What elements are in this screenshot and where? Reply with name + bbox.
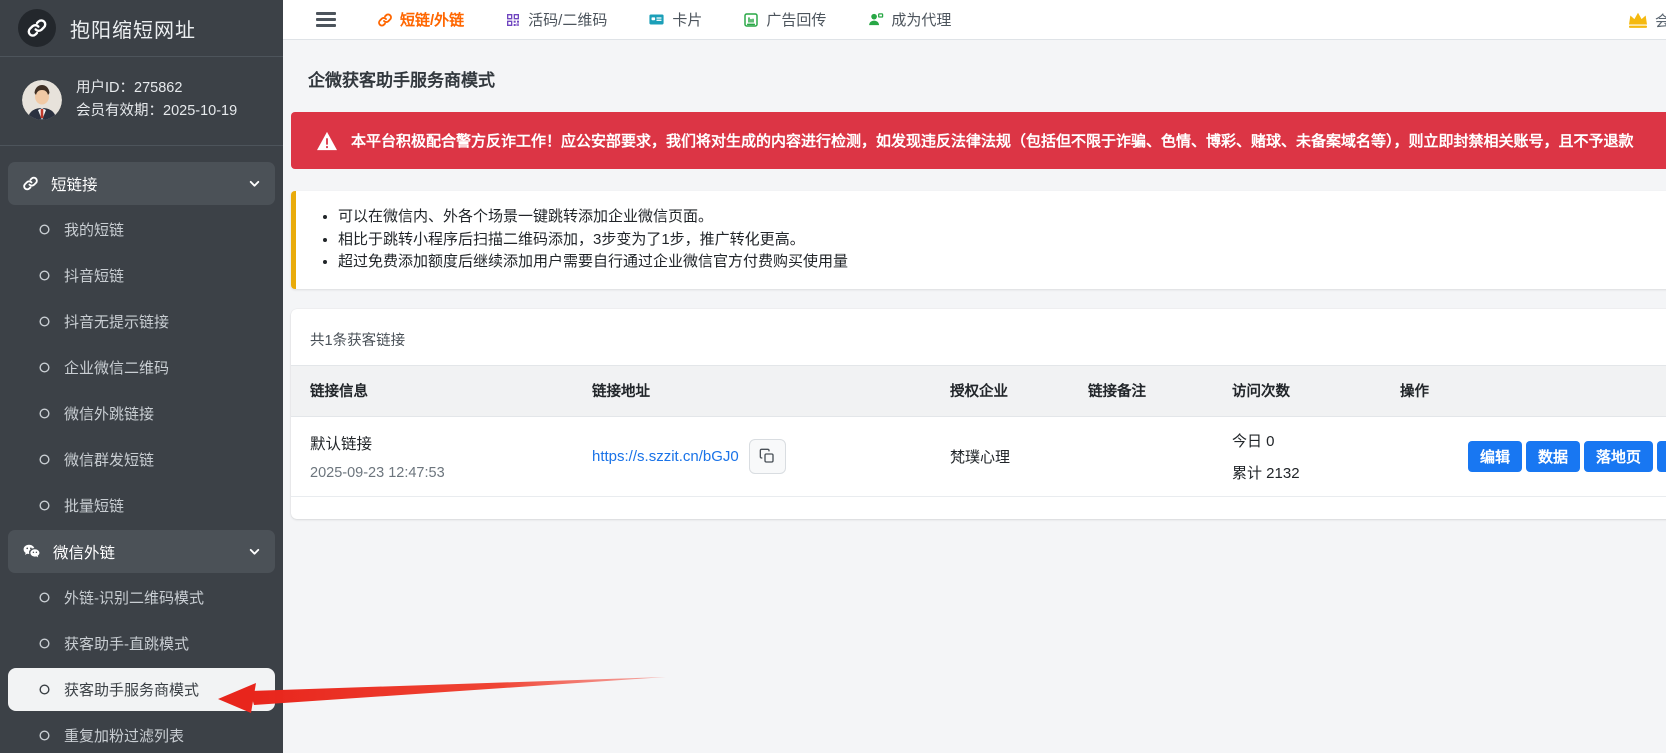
circle-icon bbox=[38, 591, 51, 604]
chevron-down-icon bbox=[248, 177, 261, 190]
vip-membership[interactable]: 会 bbox=[1627, 0, 1666, 40]
circle-icon bbox=[38, 499, 51, 512]
app-logo-link-icon bbox=[18, 9, 56, 47]
sidebar-item-wecom-qrcode[interactable]: 企业微信二维码 bbox=[8, 346, 275, 389]
sidebar-item-duplicate-filter-list[interactable]: 重复加粉过滤列表 bbox=[8, 714, 275, 753]
user-panel: 用户ID：275862 会员有效期：2025-10-19 bbox=[0, 57, 283, 146]
sidebar-item-outlink-qr-mode[interactable]: 外链-识别二维码模式 bbox=[8, 576, 275, 619]
table-row: 默认链接 2025-09-23 12:47:53 https://s.szzit… bbox=[291, 417, 1666, 497]
visits-today: 今日 0 bbox=[1232, 430, 1385, 451]
sidebar-group-label: 微信外链 bbox=[53, 541, 115, 563]
link-created-date: 2025-09-23 12:47:53 bbox=[310, 465, 592, 481]
sidebar-group-label: 短链接 bbox=[51, 173, 98, 195]
link-icon bbox=[22, 175, 39, 192]
membership-expiry: 会员有效期：2025-10-19 bbox=[76, 100, 237, 123]
authorized-company: 梵璞心理 bbox=[950, 446, 1088, 467]
app-title: 抱阳缩短网址 bbox=[70, 14, 196, 43]
links-count-summary: 共1条获客链接 bbox=[291, 309, 1666, 365]
sidebar-item-assistant-provider-mode[interactable]: 获客助手服务商模式 bbox=[8, 668, 275, 711]
col-header-remark: 链接备注 bbox=[1088, 380, 1232, 401]
data-button[interactable]: 数据 bbox=[1526, 441, 1580, 472]
tip-item: 超过免费添加额度后继续添加用户需要自行通过企业微信官方付费购买使用量 bbox=[338, 251, 1666, 274]
circle-icon bbox=[38, 223, 51, 236]
hamburger-menu-icon[interactable] bbox=[316, 12, 336, 27]
top-navbar: 短链/外链 活码/二维码 卡片 广告回传 bbox=[283, 0, 1666, 40]
alert-text: 本平台积极配合警方反诈工作！应公安部要求，我们将对生成的内容进行检测，如发现违反… bbox=[351, 130, 1634, 151]
col-header-actions: 操作 bbox=[1385, 380, 1666, 401]
page-title: 企微获客助手服务商模式 bbox=[308, 66, 1666, 91]
sidebar-item-wechat-outlink[interactable]: 微信外跳链接 bbox=[8, 392, 275, 435]
crown-icon bbox=[1627, 11, 1649, 29]
visits-total: 累计 2132 bbox=[1232, 462, 1385, 483]
circle-icon bbox=[38, 637, 51, 650]
circle-icon bbox=[38, 683, 51, 696]
circle-icon bbox=[38, 729, 51, 742]
col-header-visits: 访问次数 bbox=[1232, 380, 1385, 401]
nav-tab-card[interactable]: 卡片 bbox=[648, 9, 702, 30]
warning-triangle-icon bbox=[316, 131, 338, 151]
main-content: 企微获客助手服务商模式 本平台积极配合警方反诈工作！应公安部要求，我们将对生成的… bbox=[283, 40, 1666, 753]
tip-item: 相比于跳转小程序后扫描二维码添加，3步变为了1步，推广转化更高。 bbox=[338, 229, 1666, 252]
table-header-row: 链接信息 链接地址 授权企业 链接备注 访问次数 操作 bbox=[291, 365, 1666, 417]
sidebar-item-douyin-noprompt[interactable]: 抖音无提示链接 bbox=[8, 300, 275, 343]
sidebar-group-shortlink[interactable]: 短链接 bbox=[8, 162, 275, 205]
link-icon bbox=[377, 12, 393, 28]
brand: 抱阳缩短网址 bbox=[0, 0, 283, 57]
qrcode-icon bbox=[505, 12, 521, 28]
landing-page-button[interactable]: 落地页 bbox=[1584, 441, 1653, 472]
col-header-link-info: 链接信息 bbox=[291, 380, 592, 401]
tips-callout: 可以在微信内、外各个场景一键跳转添加企业微信页面。 相比于跳转小程序后扫描二维码… bbox=[291, 191, 1666, 289]
avatar bbox=[22, 80, 62, 120]
card-icon bbox=[648, 11, 665, 28]
circle-icon bbox=[38, 315, 51, 328]
sidebar-item-wechat-masssend[interactable]: 微信群发短链 bbox=[8, 438, 275, 481]
nav-tab-shortlink-outlink[interactable]: 短链/外链 bbox=[377, 9, 464, 30]
copy-icon bbox=[759, 448, 775, 464]
link-name: 默认链接 bbox=[310, 432, 592, 454]
nav-tab-become-agent[interactable]: 成为代理 bbox=[867, 9, 951, 30]
sidebar-item-douyin-shortlink[interactable]: 抖音短链 bbox=[8, 254, 275, 297]
edit-button[interactable]: 编辑 bbox=[1468, 441, 1522, 472]
tip-item: 可以在微信内、外各个场景一键跳转添加企业微信页面。 bbox=[338, 206, 1666, 229]
sidebar-item-assistant-directjump[interactable]: 获客助手-直跳模式 bbox=[8, 622, 275, 665]
col-header-company: 授权企业 bbox=[950, 380, 1088, 401]
delete-button[interactable]: 删除 bbox=[1657, 441, 1666, 472]
sidebar-menu: 短链接 我的短链 抖音短链 抖音无提示链接 企业微信二维码 微信外跳链接 微信群… bbox=[0, 146, 283, 753]
sidebar: 抱阳缩短网址 用户ID：275862 会员有效期：2025-10-19 bbox=[0, 0, 283, 753]
copy-url-button[interactable] bbox=[749, 439, 786, 474]
chevron-down-icon bbox=[248, 545, 261, 558]
sidebar-group-wechat-outlink[interactable]: 微信外链 bbox=[8, 530, 275, 573]
sidebar-item-batch-shortlink[interactable]: 批量短链 bbox=[8, 484, 275, 527]
circle-icon bbox=[38, 361, 51, 374]
circle-icon bbox=[38, 453, 51, 466]
circle-icon bbox=[38, 407, 51, 420]
circle-icon bbox=[38, 269, 51, 282]
anti-fraud-alert: 本平台积极配合警方反诈工作！应公安部要求，我们将对生成的内容进行检测，如发现违反… bbox=[291, 112, 1666, 169]
wechat-icon bbox=[22, 542, 41, 561]
ad-callback-icon bbox=[743, 12, 759, 28]
agent-icon bbox=[867, 11, 884, 28]
links-card: 共1条获客链接 链接信息 链接地址 授权企业 链接备注 访问次数 操作 默认链接… bbox=[291, 309, 1666, 519]
sidebar-item-my-shortlinks[interactable]: 我的短链 bbox=[8, 208, 275, 251]
col-header-link-url: 链接地址 bbox=[592, 380, 950, 401]
short-url-link[interactable]: https://s.szzit.cn/bGJ0 bbox=[592, 448, 739, 465]
nav-tab-ad-callback[interactable]: 广告回传 bbox=[743, 9, 826, 30]
vip-label: 会 bbox=[1655, 10, 1666, 31]
user-id: 用户ID：275862 bbox=[76, 77, 237, 100]
nav-tab-livecode-qrcode[interactable]: 活码/二维码 bbox=[505, 9, 607, 30]
